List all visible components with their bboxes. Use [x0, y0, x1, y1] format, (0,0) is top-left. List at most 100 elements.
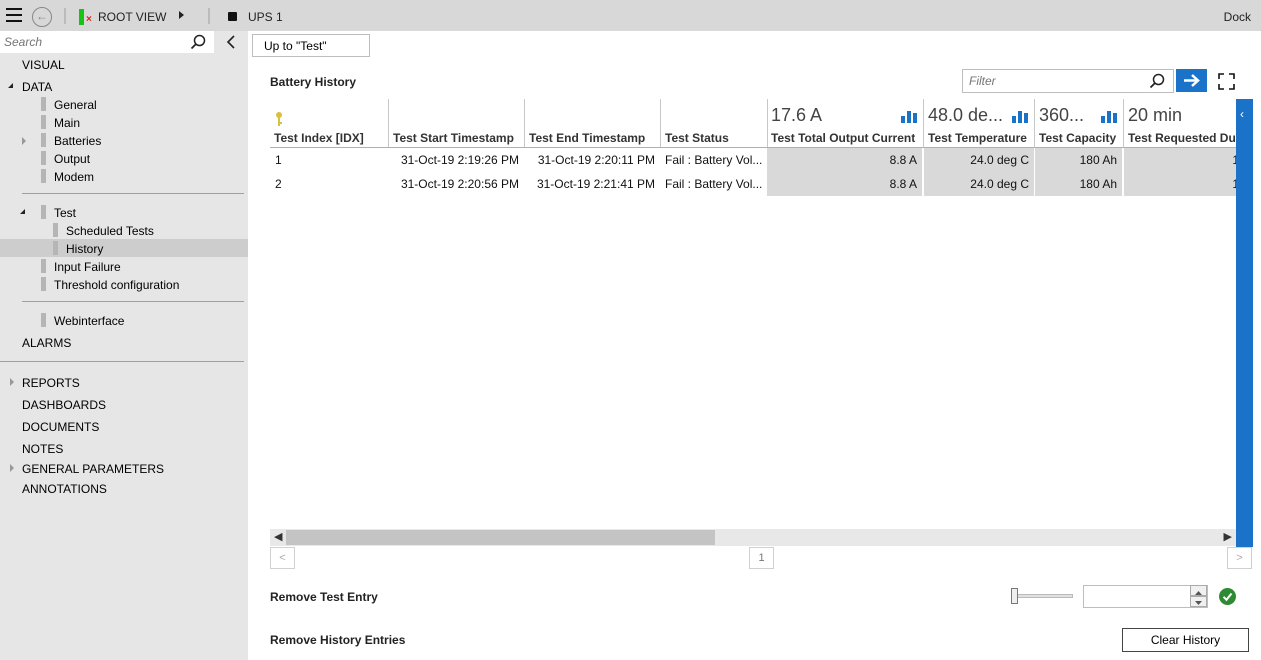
tree-indent-bar — [41, 151, 46, 165]
back-arrow-icon[interactable]: ← — [32, 7, 52, 27]
nav-dashboards[interactable]: DASHBOARDS — [22, 398, 106, 412]
column-header-temperature[interactable]: 48.0 de... Test Temperature — [924, 99, 1034, 147]
tree-indent-bar — [41, 169, 46, 183]
search-icon[interactable] — [190, 34, 206, 50]
device-icon — [228, 12, 237, 21]
column-aggregate: 20 min — [1128, 105, 1183, 125]
nav-documents[interactable]: DOCUMENTS — [22, 420, 99, 434]
nav-threshold-configuration[interactable]: Threshold configuration — [54, 278, 179, 292]
nav-general-parameters[interactable]: GENERAL PARAMETERS — [22, 462, 164, 476]
nav-webinterface[interactable]: Webinterface — [54, 314, 124, 328]
pager-previous-button[interactable]: < — [270, 547, 295, 569]
tree-indent-bar — [41, 97, 46, 111]
battery-history-table: Test Index [IDX] Test Start Timestamp Te… — [270, 99, 1237, 529]
remove-entry-slider[interactable] — [1011, 588, 1073, 604]
nav-input-failure[interactable]: Input Failure — [54, 260, 121, 274]
dock-button[interactable]: Dock — [1224, 10, 1251, 24]
table-cell[interactable]: 1 — [1124, 148, 1237, 172]
slider-track — [1011, 594, 1073, 598]
table-cell[interactable]: 31-Oct-19 2:20:56 PM — [388, 172, 524, 196]
slider-handle[interactable] — [1011, 588, 1018, 604]
collapse-sidebar-icon[interactable] — [224, 34, 238, 50]
scroll-right-icon[interactable]: ▶ — [1224, 529, 1232, 546]
table-cell[interactable]: 24.0 deg C — [924, 148, 1034, 172]
table-cell[interactable]: 24.0 deg C — [924, 172, 1034, 196]
nav-test[interactable]: Test — [54, 206, 76, 220]
bar-chart-icon[interactable] — [901, 109, 917, 123]
bar-chart-icon[interactable] — [1012, 109, 1028, 123]
horizontal-scrollbar[interactable]: ◀ ▶ — [270, 529, 1236, 546]
scrollbar-thumb[interactable] — [286, 530, 715, 545]
bar-chart-icon[interactable] — [1101, 109, 1117, 123]
tree-indent-bar — [41, 313, 46, 327]
expand-data-icon[interactable] — [8, 83, 13, 88]
sidebar-search — [0, 31, 214, 53]
nav-reports[interactable]: REPORTS — [22, 376, 80, 390]
pager-next-button[interactable]: > — [1227, 547, 1252, 569]
column-label: Test Requested Dur — [1128, 131, 1237, 145]
device-breadcrumb[interactable]: UPS 1 — [248, 10, 283, 24]
filter-field — [962, 69, 1174, 93]
table-cell[interactable]: 8.8 A — [767, 172, 922, 196]
column-header-requested-duration[interactable]: 20 min Test Requested Dur — [1124, 99, 1237, 147]
nav-visual[interactable]: VISUAL — [22, 58, 65, 72]
table-cell[interactable]: Fail : Battery Vol... — [660, 148, 767, 172]
expand-reports-icon[interactable] — [10, 378, 14, 386]
column-header-start-timestamp[interactable]: Test Start Timestamp — [389, 99, 524, 147]
table-cell[interactable]: 1 — [270, 148, 388, 172]
nav-general[interactable]: General — [54, 98, 97, 112]
expand-batteries-icon[interactable] — [22, 137, 26, 145]
column-header-end-timestamp[interactable]: Test End Timestamp — [525, 99, 660, 147]
nav-modem[interactable]: Modem — [54, 170, 94, 184]
remove-entry-stepper[interactable] — [1190, 585, 1207, 608]
nav-batteries[interactable]: Batteries — [54, 134, 101, 148]
nav-history[interactable]: History — [66, 242, 103, 256]
nav-scheduled-tests[interactable]: Scheduled Tests — [66, 224, 154, 238]
scroll-left-icon[interactable]: ◀ — [274, 529, 282, 546]
column-aggregate: 360... — [1039, 105, 1085, 125]
clear-history-button[interactable]: Clear History — [1122, 628, 1249, 652]
nav-notes[interactable]: NOTES — [22, 442, 63, 456]
column-header-capacity[interactable]: 360... Test Capacity — [1035, 99, 1123, 147]
nav-annotations[interactable]: ANNOTATIONS — [22, 482, 107, 496]
column-header-test-status[interactable]: Test Status — [661, 99, 767, 147]
root-view-breadcrumb[interactable]: ROOT VIEW — [98, 10, 166, 24]
table-cell[interactable]: 2 — [270, 172, 388, 196]
up-to-test-button[interactable]: Up to "Test" — [252, 34, 370, 57]
table-cell[interactable]: 31-Oct-19 2:19:26 PM — [388, 148, 524, 172]
column-label: Test Total Output Current — [771, 131, 916, 145]
divider — [0, 361, 244, 362]
table-cell[interactable]: Fail : Battery Vol... — [660, 172, 767, 196]
details-panel-toggle[interactable]: ‹ — [1236, 99, 1253, 547]
search-icon[interactable] — [1149, 73, 1165, 89]
column-header-output-current[interactable]: 17.6 A Test Total Output Current — [767, 99, 923, 147]
table-cell[interactable]: 180 Ah — [1035, 172, 1122, 196]
column-header-test-index[interactable]: Test Index [IDX] — [270, 99, 388, 147]
nav-data[interactable]: DATA — [22, 80, 52, 94]
tree-indent-bar — [41, 277, 46, 291]
confirm-checkmark-icon[interactable] — [1219, 588, 1236, 605]
table-cell[interactable]: 8.8 A — [767, 148, 922, 172]
page-title: Battery History — [270, 75, 357, 89]
fullscreen-icon[interactable] — [1218, 73, 1235, 90]
stepper-down-button[interactable] — [1190, 596, 1207, 607]
table-cell[interactable]: 1 — [1124, 172, 1237, 196]
root-view-status-icon — [79, 9, 84, 25]
hamburger-icon[interactable] — [6, 8, 22, 22]
filter-input[interactable] — [963, 70, 1143, 92]
tree-indent-bar — [41, 259, 46, 273]
table-cell[interactable]: 180 Ah — [1035, 148, 1122, 172]
expand-general-parameters-icon[interactable] — [10, 464, 14, 472]
stepper-up-button[interactable] — [1190, 585, 1207, 596]
sidebar-search-input[interactable] — [0, 31, 180, 53]
nav-alarms[interactable]: ALARMS — [22, 336, 71, 350]
tree-indent-bar — [41, 115, 46, 129]
pager-page-button[interactable]: 1 — [749, 547, 774, 569]
nav-main[interactable]: Main — [54, 116, 80, 130]
table-cell[interactable]: 31-Oct-19 2:21:41 PM — [524, 172, 660, 196]
expand-test-icon[interactable] — [20, 209, 25, 214]
apply-filter-button[interactable] — [1176, 69, 1207, 92]
nav-output[interactable]: Output — [54, 152, 90, 166]
breadcrumb-chevron-icon[interactable] — [179, 11, 184, 19]
table-cell[interactable]: 31-Oct-19 2:20:11 PM — [524, 148, 660, 172]
